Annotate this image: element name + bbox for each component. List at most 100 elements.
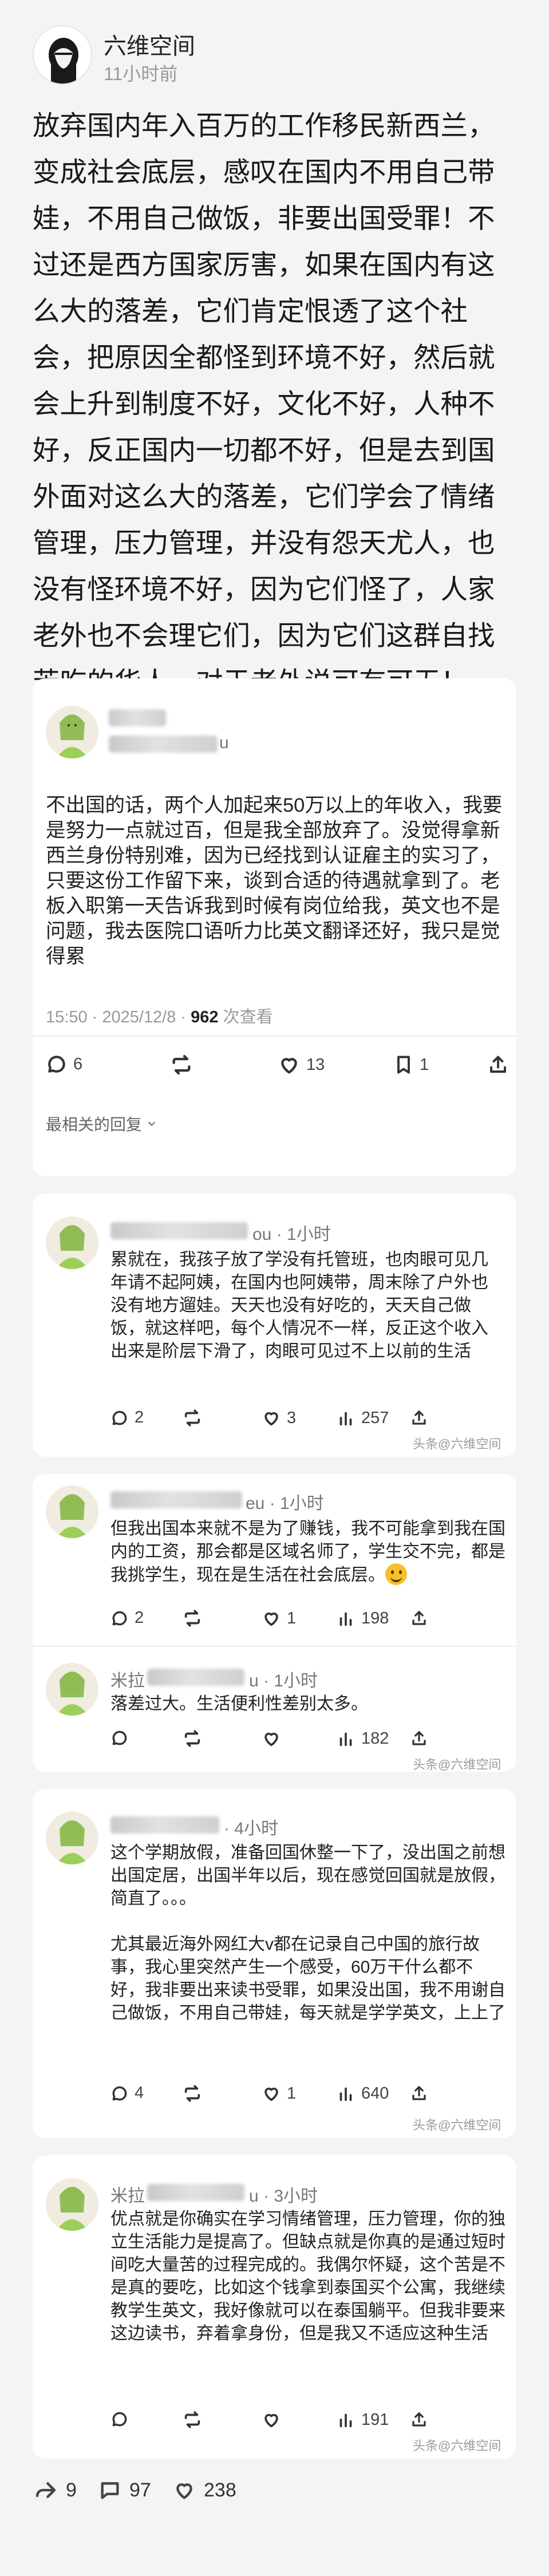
reply-repost-button[interactable] bbox=[183, 2410, 202, 2429]
bar-chart-icon bbox=[339, 1612, 352, 1626]
reply-like-button[interactable] bbox=[262, 1729, 281, 1748]
post-author-name[interactable]: 六维空间 bbox=[104, 27, 195, 61]
heart-icon bbox=[264, 2087, 278, 2101]
reply-icon bbox=[112, 1611, 127, 1625]
redacted-username bbox=[147, 1669, 244, 1686]
heart-icon bbox=[264, 1612, 278, 1626]
reply-reply-button[interactable]: 2 bbox=[110, 1408, 144, 1427]
quoted-reply-count: 6 bbox=[73, 1054, 83, 1073]
reply-views: 257 bbox=[336, 1408, 389, 1428]
comment-button[interactable]: 97 bbox=[97, 2479, 151, 2502]
bar-chart-icon bbox=[339, 1412, 352, 1426]
quoted-share-button[interactable] bbox=[488, 1053, 508, 1076]
like-count: 3 bbox=[287, 1408, 297, 1427]
share-button[interactable]: 9 bbox=[33, 2479, 77, 2502]
like-count: 1 bbox=[287, 1609, 297, 1627]
share-icon bbox=[412, 1731, 426, 1745]
reply-share-button[interactable] bbox=[410, 1729, 428, 1748]
share-count: 9 bbox=[66, 2479, 77, 2501]
reply-share-button[interactable] bbox=[410, 1408, 428, 1428]
reply-like-button[interactable] bbox=[262, 2410, 281, 2429]
reply-avatar[interactable] bbox=[46, 1485, 98, 1538]
reply-icon bbox=[112, 2086, 127, 2100]
reply-body: 优点就是你确实在学习情绪管理，压力管理，你的独立生活能力是提高了。但缺点就是你真… bbox=[110, 2210, 505, 2343]
reply-repost-button[interactable] bbox=[183, 1609, 202, 1628]
repost-icon bbox=[172, 1054, 191, 1075]
share-icon bbox=[412, 1611, 426, 1625]
reply-share-button[interactable] bbox=[410, 2084, 428, 2103]
quoted-bookmark-button[interactable]: 1 bbox=[393, 1053, 429, 1076]
reply-icon bbox=[48, 1056, 65, 1073]
repost-icon bbox=[184, 1730, 200, 1747]
repost-icon bbox=[184, 1610, 200, 1627]
reply-reply-button[interactable] bbox=[110, 1729, 129, 1747]
reply-views: 191 bbox=[336, 2410, 389, 2429]
reply-card-5[interactable]: 米拉 u · 3小时 优点就是你确实在学习情绪管理，压力管理，你的独立生活能力是… bbox=[33, 2155, 516, 2459]
watermark: 头条@六维空间 bbox=[413, 1757, 501, 1772]
heart-icon bbox=[176, 2483, 192, 2499]
reply-card-4[interactable]: · 4小时 这个学期放假，准备回国休整一下了，没出国之前想出国定居，出国半年以后… bbox=[33, 1789, 516, 2138]
quoted-handle-suffix: u bbox=[219, 733, 229, 752]
reply-like-button[interactable]: 1 bbox=[262, 1609, 296, 1628]
quoted-views-suffix: 次查看 bbox=[218, 1008, 273, 1026]
smile-emoji-icon bbox=[385, 1563, 407, 1585]
share-icon bbox=[412, 2086, 426, 2100]
reply-repost-button[interactable] bbox=[183, 2084, 202, 2103]
reply-views: 182 bbox=[336, 1729, 389, 1748]
reply-repost-button[interactable] bbox=[183, 1729, 202, 1748]
like-count: 1 bbox=[287, 2084, 297, 2103]
author-avatar[interactable] bbox=[33, 25, 92, 85]
redacted-username bbox=[147, 2184, 244, 2201]
repost-icon bbox=[184, 2411, 200, 2428]
quoted-avatar[interactable] bbox=[46, 706, 98, 758]
reply-like-button[interactable]: 3 bbox=[262, 1408, 296, 1428]
reply-handle: eu · 1小时 bbox=[246, 1494, 324, 1513]
reply-like-button[interactable]: 1 bbox=[262, 2084, 296, 2103]
reply-avatar[interactable] bbox=[46, 1812, 98, 1864]
reply-reply-button[interactable]: 2 bbox=[110, 1609, 144, 1627]
view-count: 198 bbox=[361, 1609, 389, 1627]
reply-handle: · 4小时 bbox=[224, 1819, 279, 1838]
reply-card-1[interactable]: ou · 1小时 累就在，我孩子放了学没有托管班，也肉眼可见几年请不起阿姨，在国… bbox=[33, 1194, 516, 1457]
forward-icon bbox=[35, 2482, 56, 2498]
reply-body: 落差过大。生活便利性差别太多。 bbox=[110, 1694, 368, 1713]
reply-reply-button[interactable]: 4 bbox=[110, 2084, 144, 2103]
redacted-username bbox=[110, 1491, 242, 1508]
reply-text: 但我出国本来就不是为了赚钱，我不可能拿到我在国内的工资，那会都是区域名师了，学生… bbox=[110, 1519, 505, 1585]
watermark: 头条@六维空间 bbox=[413, 2118, 501, 2132]
reply-avatar[interactable] bbox=[46, 2178, 98, 2231]
reply-share-button[interactable] bbox=[410, 1609, 428, 1628]
quoted-like-button[interactable]: 13 bbox=[278, 1053, 325, 1076]
reply-handle: u · 1小时 bbox=[249, 1672, 318, 1690]
replies-section-title: 最相关的回复 bbox=[46, 1116, 143, 1133]
reply-body: 这个学期放假，准备回国休整一下了，没出国之前想出国定居，出国半年以后，现在感觉回… bbox=[110, 1843, 505, 2022]
comment-icon bbox=[101, 2482, 119, 2499]
reply-views: 640 bbox=[336, 2084, 389, 2103]
quoted-datetime: 15:50 · 2025/12/8 · bbox=[46, 1008, 191, 1026]
reply-avatar[interactable] bbox=[46, 1216, 98, 1269]
divider bbox=[33, 1036, 516, 1037]
bar-chart-icon bbox=[339, 1732, 352, 1747]
reply-handle: ou · 1小时 bbox=[252, 1225, 331, 1244]
quoted-repost-button[interactable] bbox=[170, 1053, 193, 1076]
reply-avatar[interactable] bbox=[46, 1663, 98, 1716]
reply-count: 4 bbox=[135, 2084, 144, 2102]
chevron-down-icon bbox=[148, 1121, 156, 1127]
reply-reply-button[interactable] bbox=[110, 2410, 129, 2428]
reply-views: 198 bbox=[336, 1609, 389, 1628]
like-button[interactable]: 238 bbox=[172, 2479, 236, 2502]
reply-repost-button[interactable] bbox=[183, 1408, 202, 1428]
redacted-username bbox=[110, 1222, 248, 1239]
quoted-post-card[interactable]: u 不出国的话，两个人加起来50万以上的年收入，我要是努力一点就过百，但是我全部… bbox=[33, 678, 516, 1176]
reply-icon bbox=[112, 2412, 127, 2427]
post-body: 放弃国内年入百万的工作移民新西兰，变成社会底层，感叹在国内不用自己带娃，不用自己… bbox=[33, 111, 495, 698]
reply-share-button[interactable] bbox=[410, 2410, 428, 2429]
share-icon bbox=[412, 2412, 426, 2427]
replies-sort-dropdown[interactable]: 最相关的回复 bbox=[46, 1112, 158, 1135]
bar-chart-icon bbox=[339, 2087, 352, 2101]
reply-name-prefix: 米拉 bbox=[110, 1672, 145, 1690]
quoted-bookmark-count: 1 bbox=[420, 1055, 429, 1074]
quoted-reply-button[interactable]: 6 bbox=[46, 1053, 82, 1075]
reply-icon bbox=[112, 1411, 127, 1425]
reply-icon bbox=[112, 1730, 127, 1745]
